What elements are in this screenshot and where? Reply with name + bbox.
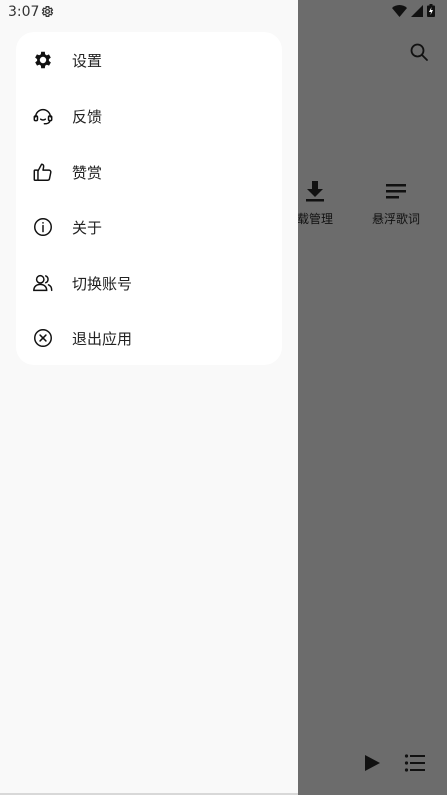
wifi-icon <box>392 4 407 17</box>
menu-item-label: 设置 <box>72 51 103 70</box>
download-manager-label: 载管理 <box>296 212 333 226</box>
menu-item-feedback[interactable]: 反馈 <box>16 90 282 142</box>
menu-item-settings[interactable]: 设置 <box>16 34 282 86</box>
status-indicators <box>392 4 435 17</box>
lyrics-icon <box>386 184 406 199</box>
menu-item-exit-app[interactable]: 退出应用 <box>16 312 282 364</box>
menu-item-label: 关于 <box>72 218 103 237</box>
info-icon <box>32 216 54 238</box>
download-icon <box>306 181 324 202</box>
menu-item-switch-account[interactable]: 切换账号 <box>16 257 282 309</box>
floating-lyrics-shortcut: 悬浮歌词 <box>356 178 436 227</box>
settings-notification-icon <box>41 5 54 18</box>
menu-item-label: 赞赏 <box>72 163 103 182</box>
gear-icon <box>32 49 54 71</box>
battery-icon <box>427 4 435 17</box>
users-icon <box>32 272 54 294</box>
status-time: 3:07 <box>8 4 40 20</box>
drawer-menu-card: 设置 反馈 赞赏 关于 切换账号 退出应用 <box>16 32 282 365</box>
menu-item-label: 切换账号 <box>72 274 133 293</box>
menu-item-label: 反馈 <box>72 107 103 126</box>
play-icon <box>365 755 380 771</box>
navigation-drawer: 设置 反馈 赞赏 关于 切换账号 退出应用 <box>0 0 298 795</box>
status-bar: 3:07 <box>0 0 447 24</box>
headset-icon <box>32 105 54 127</box>
floating-lyrics-label: 悬浮歌词 <box>371 212 420 226</box>
menu-item-appreciate[interactable]: 赞赏 <box>16 146 282 198</box>
close-circle-icon <box>32 327 54 349</box>
menu-item-label: 退出应用 <box>72 329 133 348</box>
menu-item-about[interactable]: 关于 <box>16 201 282 253</box>
search-icon <box>410 43 428 61</box>
playlist-icon <box>404 754 425 772</box>
thumbs-up-icon <box>32 161 54 183</box>
signal-icon <box>411 4 423 17</box>
